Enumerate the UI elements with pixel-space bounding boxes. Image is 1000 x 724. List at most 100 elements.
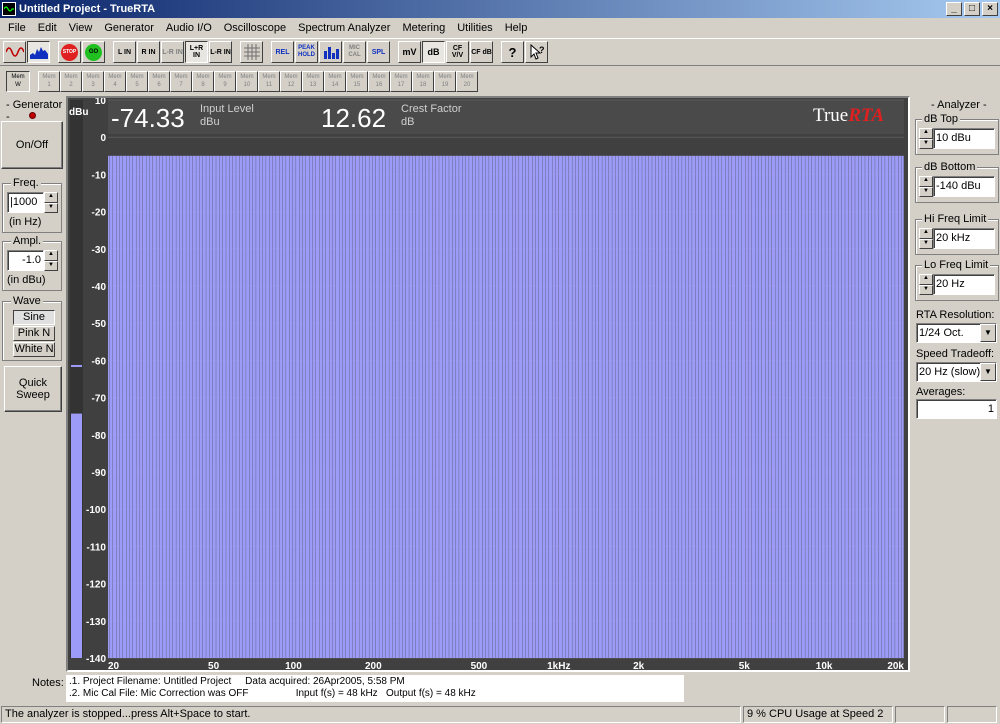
db-bottom-up-arrow-icon[interactable]: ▲	[919, 176, 933, 187]
context-help-button[interactable]: ?	[525, 41, 548, 63]
db-bottom-down-arrow-icon[interactable]: ▼	[919, 186, 933, 197]
millivolt-button[interactable]: mV	[398, 41, 421, 63]
lo-freq-up-arrow-icon[interactable]: ▲	[919, 274, 933, 285]
memory-slot-1-button[interactable]: Mem 1	[38, 70, 60, 92]
memory-slot-14-button[interactable]: Mem 14	[324, 70, 346, 92]
memory-slot-12-button[interactable]: Mem 12	[280, 70, 302, 92]
spectrum-view-button[interactable]	[27, 41, 50, 63]
spectrum-bar	[865, 155, 869, 659]
go-icon: GO	[85, 43, 102, 61]
peak-hold-button[interactable]: PEAK HOLD	[295, 41, 318, 63]
db-top-down-arrow-icon[interactable]: ▼	[919, 138, 933, 149]
analyzer-panel: - Analyzer - dB Top ▲ ▼ 10 dBu dB Bottom …	[913, 96, 1000, 672]
ampl-up-arrow-icon[interactable]: ▲	[44, 250, 58, 261]
on-off-button[interactable]: On/Off	[1, 121, 63, 169]
y-tick-label: -20	[92, 208, 107, 219]
chevron-down-icon[interactable]: ▼	[980, 324, 996, 342]
lo-freq-down-arrow-icon[interactable]: ▼	[919, 284, 933, 295]
spectrum-bar	[512, 155, 516, 659]
memory-slot-6-button[interactable]: Mem 6	[148, 70, 170, 92]
wave-sine-button[interactable]: Sine	[13, 310, 55, 325]
memory-slot-7-button[interactable]: Mem 7	[170, 70, 192, 92]
memory-slot-8-button[interactable]: Mem 8	[192, 70, 214, 92]
memory-slot-18-button[interactable]: Mem 18	[412, 70, 434, 92]
menu-spectrum-analyzer[interactable]: Spectrum Analyzer	[292, 22, 396, 34]
menu-view[interactable]: View	[63, 22, 99, 34]
freq-down-arrow-icon[interactable]: ▼	[44, 202, 58, 213]
spectrum-bar	[818, 155, 822, 659]
left-minus-right-diff-button[interactable]: L-R IN	[209, 41, 232, 63]
minimize-button[interactable]: _	[946, 2, 962, 16]
rta-resolution-select[interactable]: 1/24 Oct. ▼	[916, 323, 997, 343]
averages-input[interactable]: 1	[916, 399, 997, 419]
spectrum-bar	[256, 155, 260, 659]
speed-tradeoff-select[interactable]: 20 Hz (slow) ▼	[916, 362, 997, 382]
ampl-down-arrow-icon[interactable]: ▼	[44, 260, 58, 271]
menu-audio-i-o[interactable]: Audio I/O	[160, 22, 218, 34]
close-button[interactable]: ×	[982, 2, 998, 16]
memory-slot-20-button[interactable]: Mem 20	[456, 70, 478, 92]
spectrum-bar	[452, 155, 456, 659]
memory-slot-16-button[interactable]: Mem 16	[368, 70, 390, 92]
left-input-button[interactable]: L IN	[113, 41, 136, 63]
quick-sweep-button[interactable]: Quick Sweep	[4, 366, 62, 412]
db-bottom-input[interactable]: -140 dBu	[933, 176, 995, 197]
lo-freq-input[interactable]: 20 Hz	[933, 274, 995, 295]
db-button[interactable]: dB	[422, 41, 445, 63]
grid-button[interactable]	[240, 41, 263, 63]
stop-button[interactable]: STOP	[58, 41, 81, 63]
left-plus-right-input-button[interactable]: L+R IN	[185, 41, 208, 63]
wave-pink-noise-button[interactable]: Pink N	[13, 326, 55, 341]
memory-slot-2-button[interactable]: Mem 2	[60, 70, 82, 92]
freq-input[interactable]: |1000	[7, 192, 44, 213]
memory-slot-15-button[interactable]: Mem 15	[346, 70, 368, 92]
right-input-button[interactable]: R IN	[137, 41, 160, 63]
db-top-input[interactable]: 10 dBu	[933, 128, 995, 149]
crest-factor-vv-button[interactable]: CF V/V	[446, 41, 469, 63]
memory-slot-13-button[interactable]: Mem 13	[302, 70, 324, 92]
spectrum-bar	[555, 155, 559, 659]
spectrum-bar	[262, 155, 266, 659]
menu-oscilloscope[interactable]: Oscilloscope	[218, 22, 292, 34]
menu-edit[interactable]: Edit	[32, 22, 63, 34]
maximize-button[interactable]: □	[964, 2, 980, 16]
spectrum-bar	[728, 155, 732, 659]
spectrum-bar	[568, 155, 572, 659]
ampl-input[interactable]: -1.0	[7, 250, 44, 271]
memory-slot-3-button[interactable]: Mem 3	[82, 70, 104, 92]
menu-help[interactable]: Help	[499, 22, 534, 34]
freq-up-arrow-icon[interactable]: ▲	[44, 192, 58, 203]
spectrum-bar	[525, 155, 529, 659]
hi-freq-down-arrow-icon[interactable]: ▼	[919, 238, 933, 249]
hi-freq-up-arrow-icon[interactable]: ▲	[919, 228, 933, 239]
hi-freq-input[interactable]: 20 kHz	[933, 228, 995, 249]
menu-metering[interactable]: Metering	[396, 22, 451, 34]
spectrum-bar	[475, 155, 479, 659]
notes-box[interactable]: .1. Project Filename: Untitled Project D…	[66, 675, 684, 702]
spl-button[interactable]: SPL	[367, 41, 390, 63]
chevron-down-icon[interactable]: ▼	[980, 363, 996, 381]
menu-generator[interactable]: Generator	[98, 22, 160, 34]
spectrum-bar	[405, 155, 409, 659]
memory-slot-9-button[interactable]: Mem 9	[214, 70, 236, 92]
spectrum-bar	[715, 155, 719, 659]
crest-factor-db-button[interactable]: CF dB	[470, 41, 493, 63]
generator-toggle-button[interactable]	[3, 41, 26, 63]
menu-file[interactable]: File	[2, 22, 32, 34]
memory-slot-4-button[interactable]: Mem 4	[104, 70, 126, 92]
help-button[interactable]: ?	[501, 41, 524, 63]
relative-button[interactable]: REL	[271, 41, 294, 63]
go-button[interactable]: GO	[82, 41, 105, 63]
menu-utilities[interactable]: Utilities	[451, 22, 498, 34]
memory-slot-19-button[interactable]: Mem 19	[434, 70, 456, 92]
wave-white-noise-button[interactable]: White N	[13, 342, 55, 357]
memory-current-button[interactable]: Mem W	[6, 70, 30, 92]
db-top-up-arrow-icon[interactable]: ▲	[919, 128, 933, 139]
memory-slot-10-button[interactable]: Mem 10	[236, 70, 258, 92]
memory-slot-5-button[interactable]: Mem 5	[126, 70, 148, 92]
bars-button[interactable]	[319, 41, 342, 63]
left-minus-right-input-button[interactable]: L-R IN	[161, 41, 184, 63]
memory-slot-17-button[interactable]: Mem 17	[390, 70, 412, 92]
mic-cal-button[interactable]: MIC CAL	[343, 41, 366, 63]
memory-slot-11-button[interactable]: Mem 11	[258, 70, 280, 92]
